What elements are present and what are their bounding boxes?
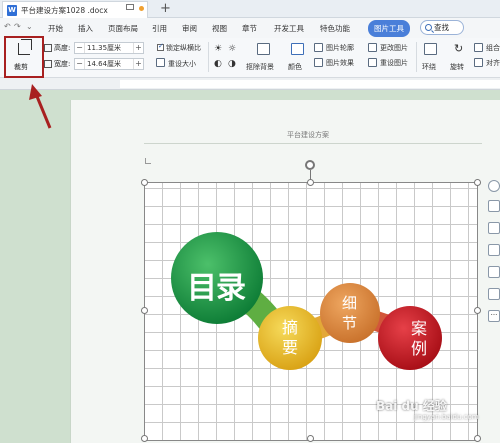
case-bubble: [378, 306, 442, 370]
save-image-icon[interactable]: [488, 288, 500, 300]
more-options-icon[interactable]: ···: [488, 310, 500, 322]
rotation-handle[interactable]: [305, 160, 315, 170]
convert-image-icon[interactable]: [488, 266, 500, 278]
arrow-shaft: [34, 93, 52, 129]
page-header-text[interactable]: 平台建设方案: [287, 130, 329, 140]
header-line: [144, 143, 482, 144]
arrow-head: [29, 84, 42, 100]
resize-handle-bottom[interactable]: [307, 435, 314, 442]
layout-options-icon[interactable]: [488, 200, 500, 212]
resize-handle-left[interactable]: [141, 307, 148, 314]
diagram-main-label: 目录: [187, 271, 246, 306]
collapse-toolbar-icon[interactable]: [488, 180, 500, 192]
diagram-item-case: 案例: [411, 319, 428, 358]
crop-image-icon[interactable]: [488, 244, 500, 256]
resize-handle-top-left[interactable]: [141, 179, 148, 186]
diagram-item-summary: 摘要: [282, 318, 299, 357]
watermark-logo: Bai du 经验: [376, 399, 447, 413]
resize-handle-top-right[interactable]: [474, 179, 481, 186]
diagram-item-detail: 细节: [342, 294, 358, 332]
watermark-url: jingyan.baidu.com: [414, 413, 479, 421]
zoom-image-icon[interactable]: [488, 222, 500, 234]
resize-handle-top[interactable]: [307, 179, 314, 186]
resize-handle-right[interactable]: [474, 307, 481, 314]
margin-mark: [145, 158, 151, 164]
resize-handle-bottom-left[interactable]: [141, 435, 148, 442]
resize-handle-bottom-right[interactable]: [474, 435, 481, 442]
